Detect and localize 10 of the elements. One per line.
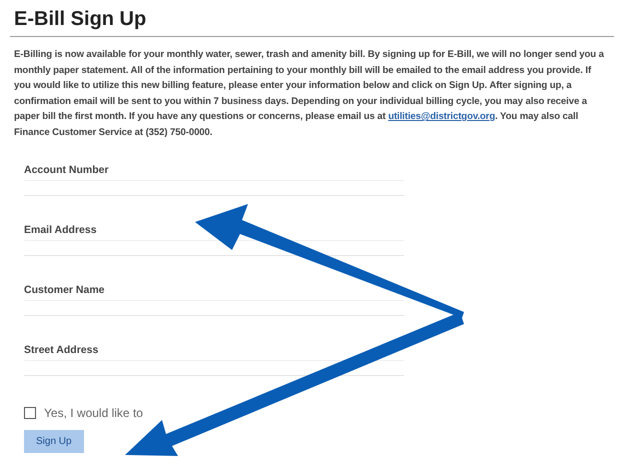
- intro-paragraph: E-Billing is now available for your monthly water, sewer, trash and amenity bill. By signing up for E-Bill, we will no longer send you a monthly paper statement. All of the information pertaining to your monthly bill will be emailed to the email address you provide. If you would like to utilize this new billing feature, please enter your information below and click on Sign Up. After signing up, a confirmation email will be sent to you within 7 business days. Depending on your individual billing cycle, you may also receive a paper bill the first month. If you have any questions or concerns, please email us at utilities@districtgov.org. You may also call Finance Customer Service at (352) 750-0000.: [14, 48, 605, 140]
- checkbox[interactable]: [24, 407, 36, 419]
- field-label: Account Number: [24, 164, 110, 176]
- field-label: Email Address: [24, 224, 98, 236]
- checkbox-label: Yes, I would like to: [44, 406, 143, 420]
- email-link[interactable]: utilities@districtgov.org: [388, 111, 496, 122]
- sign-up-button[interactable]: Sign Up: [24, 430, 84, 453]
- field-label: Street Address: [24, 344, 100, 356]
- field-label: Customer Name: [24, 284, 106, 296]
- page-title: E-Bill Sign Up: [10, 8, 614, 37]
